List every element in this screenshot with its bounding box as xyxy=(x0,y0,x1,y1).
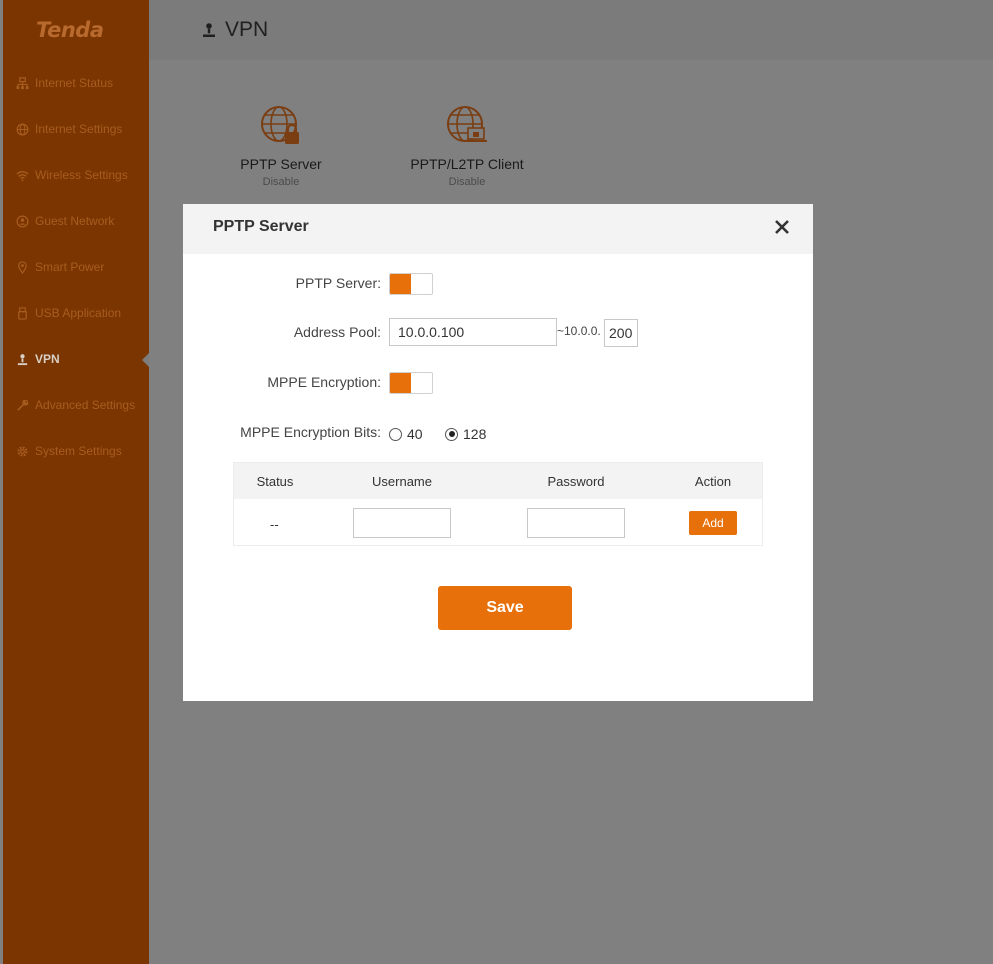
address-pool-label: Address Pool: xyxy=(293,324,381,340)
mppe-encryption-label: MPPE Encryption: xyxy=(267,374,381,390)
toggle-on-state xyxy=(390,274,411,294)
wrench-icon xyxy=(15,398,29,412)
pptp-server-toggle[interactable] xyxy=(389,273,433,295)
radio-indicator xyxy=(445,427,458,441)
sidebar-item-label: Internet Status xyxy=(35,76,114,90)
header-bar: VPN xyxy=(149,0,993,60)
password-input[interactable] xyxy=(527,508,625,538)
sidebar-item-label: VPN xyxy=(35,352,60,366)
sidebar-item-system-settings[interactable]: System Settings xyxy=(15,441,122,461)
sidebar-item-internet-status[interactable]: Internet Status xyxy=(15,73,113,93)
guest-icon xyxy=(15,214,29,228)
card-label: PPTP/L2TP Client xyxy=(410,156,524,172)
sidebar-item-label: Wireless Settings xyxy=(35,168,128,182)
mppe-encryption-toggle[interactable] xyxy=(389,372,433,394)
network-icon xyxy=(15,76,29,90)
globe-laptop-icon xyxy=(445,104,489,148)
sidebar-item-advanced-settings[interactable]: Advanced Settings xyxy=(15,395,135,415)
sidebar-item-label: System Settings xyxy=(35,444,122,458)
toggle-on-state xyxy=(390,373,411,393)
col-username: Username xyxy=(372,474,432,489)
sidebar-item-usb-application[interactable]: USB Application xyxy=(15,303,121,323)
dialog-title: PPTP Server xyxy=(213,218,309,235)
address-pool-end-input[interactable] xyxy=(604,319,638,347)
wifi-icon xyxy=(15,168,29,182)
mppe-bits-40-radio[interactable]: 40 xyxy=(389,426,423,442)
sidebar-item-label: Smart Power xyxy=(35,260,105,274)
power-icon xyxy=(15,260,29,274)
sidebar-item-label: Advanced Settings xyxy=(35,398,136,412)
col-password: Password xyxy=(547,474,605,489)
user-table: Status Username Password Action -- Add xyxy=(233,462,763,546)
tenda-logo: Tenda xyxy=(36,18,104,42)
dialog-header: PPTP Server xyxy=(183,204,813,254)
sidebar-item-smart-power[interactable]: Smart Power xyxy=(15,257,104,277)
pptp-server-dialog: PPTP Server PPTP Server: Address Pool: ~… xyxy=(183,204,813,701)
card-status: Disable xyxy=(262,176,300,188)
address-pool-start-input[interactable] xyxy=(389,318,557,346)
username-input[interactable] xyxy=(353,508,451,538)
mppe-bits-128-radio[interactable]: 128 xyxy=(445,426,486,442)
usb-icon xyxy=(15,306,29,320)
card-label: PPTP Server xyxy=(240,156,322,172)
vpn-icon xyxy=(15,352,29,366)
sidebar: Tenda Internet Status Internet Settings … xyxy=(3,0,153,964)
vpn-icon xyxy=(201,22,217,38)
sidebar-item-guest-network[interactable]: Guest Network xyxy=(15,211,114,231)
pptp-server-label: PPTP Server: xyxy=(295,275,381,291)
col-action: Action xyxy=(694,474,732,489)
radio-indicator xyxy=(389,427,402,441)
globe-lock-icon xyxy=(259,104,303,148)
sidebar-item-wireless-settings[interactable]: Wireless Settings xyxy=(15,165,128,185)
sidebar-item-vpn[interactable]: VPN xyxy=(15,349,60,369)
add-button[interactable]: Add xyxy=(689,511,737,535)
page-title: VPN xyxy=(201,18,268,42)
sidebar-item-label: Guest Network xyxy=(35,214,115,228)
sidebar-item-internet-settings[interactable]: Internet Settings xyxy=(15,119,122,139)
sidebar-item-label: USB Application xyxy=(35,306,122,320)
gear-icon xyxy=(15,444,29,458)
mppe-bits-label: MPPE Encryption Bits: xyxy=(240,424,381,440)
row-status: -- xyxy=(270,517,279,532)
address-pool-prefix: ~10.0.0. xyxy=(557,324,601,338)
globe-icon xyxy=(15,122,29,136)
pptp-l2tp-client-card[interactable]: PPTP/L2TP Client Disable xyxy=(387,104,547,188)
col-status: Status xyxy=(256,474,294,489)
save-button[interactable]: Save xyxy=(438,586,572,630)
card-status: Disable xyxy=(448,176,486,188)
pptp-server-card[interactable]: PPTP Server Disable xyxy=(201,104,361,188)
table-header: Status Username Password Action xyxy=(234,463,762,499)
sidebar-item-label: Internet Settings xyxy=(35,122,123,136)
close-icon[interactable] xyxy=(773,218,791,236)
